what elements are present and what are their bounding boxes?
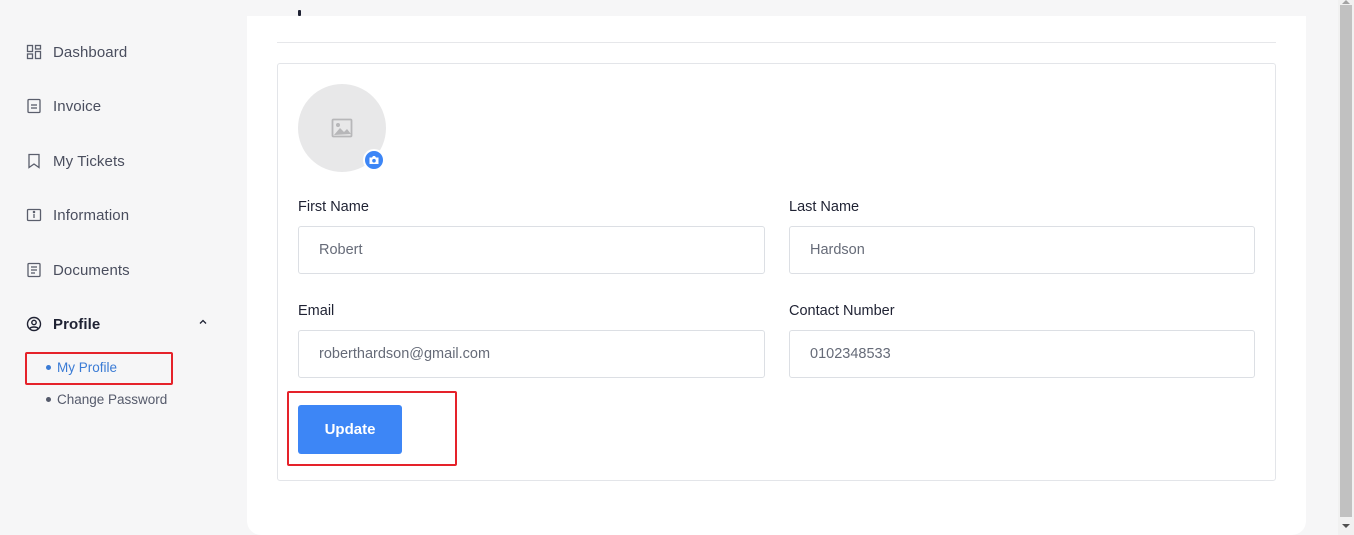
- sidebar-item-dashboard[interactable]: Dashboard: [26, 41, 127, 63]
- sidebar-item-information[interactable]: Information: [26, 204, 129, 226]
- highlight-box-my-profile: [25, 352, 173, 385]
- sidebar-item-documents[interactable]: Documents: [26, 259, 130, 281]
- divider: [277, 42, 1276, 43]
- image-placeholder-icon: [331, 118, 353, 138]
- invoice-icon: [26, 98, 42, 114]
- sidebar-item-invoice[interactable]: Invoice: [26, 95, 101, 117]
- last-name-label: Last Name: [789, 199, 860, 215]
- dashboard-icon: [26, 44, 42, 60]
- scroll-down-icon[interactable]: [1342, 524, 1350, 528]
- contact-number-label: Contact Number: [789, 303, 895, 319]
- user-circle-icon: [26, 316, 42, 332]
- first-name-label: First Name: [298, 199, 369, 215]
- info-icon: [26, 207, 42, 223]
- document-icon: [26, 262, 42, 278]
- sidebar-item-my-tickets[interactable]: My Tickets: [26, 150, 125, 172]
- sidebar-item-label: My Tickets: [53, 152, 125, 170]
- sidebar-item-label: Documents: [53, 261, 130, 279]
- sidebar-item-label: Invoice: [53, 97, 102, 115]
- email-label: Email: [298, 303, 335, 319]
- email-field[interactable]: [298, 330, 765, 378]
- bookmark-icon: [26, 153, 42, 169]
- scroll-up-icon[interactable]: [1342, 0, 1350, 4]
- first-name-field[interactable]: [298, 226, 765, 274]
- bullet-icon: [46, 397, 51, 402]
- sidebar-item-profile[interactable]: Profile: [26, 313, 100, 335]
- submenu-item-change-password[interactable]: Change Password: [46, 392, 167, 407]
- sidebar-item-label: Profile: [53, 315, 101, 333]
- sidebar-item-label: Information: [53, 206, 130, 224]
- sidebar: Dashboard Invoice My Tickets Information: [0, 0, 246, 535]
- chevron-up-icon[interactable]: [197, 316, 209, 328]
- page-title-fragment: [298, 6, 302, 16]
- submenu-item-label: Change Password: [57, 392, 168, 407]
- contact-number-field[interactable]: [789, 330, 1255, 378]
- sidebar-item-label: Dashboard: [53, 43, 128, 61]
- highlight-box-update: [287, 391, 457, 466]
- camera-icon[interactable]: [363, 149, 385, 171]
- scrollbar-thumb[interactable]: [1340, 5, 1352, 517]
- last-name-field[interactable]: [789, 226, 1255, 274]
